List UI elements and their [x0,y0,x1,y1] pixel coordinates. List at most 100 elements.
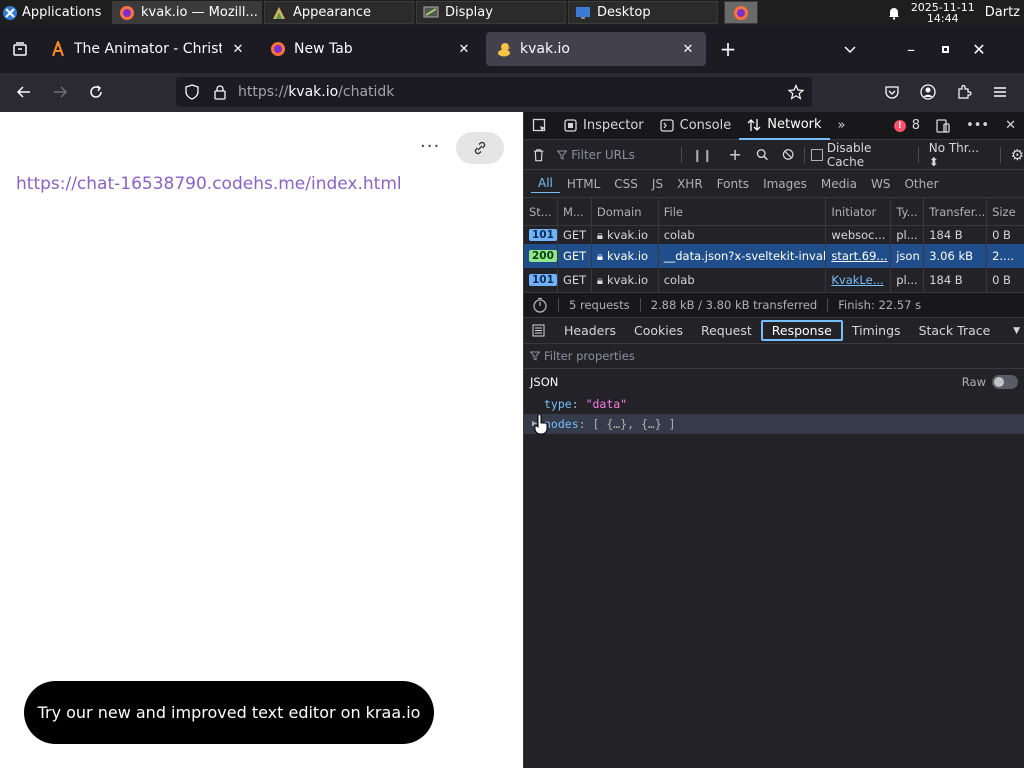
filter-images[interactable]: Images [756,175,814,193]
tracking-protection-shield-icon[interactable] [184,84,200,100]
notification-bell-icon[interactable] [887,6,901,20]
minimize-button[interactable]: – [894,40,928,59]
tab-new-tab[interactable]: New Tab ✕ [260,32,482,66]
table-row-selected[interactable]: 200 GET 🔒︎ kvak.io __data.json?x-svelteki… [524,244,1024,268]
element-picker-button[interactable] [524,112,556,140]
col-size[interactable]: Size [987,198,1024,225]
initiator-link[interactable]: start.69... [831,249,887,263]
task-display[interactable]: Display [416,1,566,24]
close-devtools-button[interactable]: ✕ [997,112,1024,140]
tab-animator[interactable]: The Animator - Christmas ✕ [40,32,256,66]
network-settings-gear-icon[interactable]: ⚙ [1011,146,1024,164]
user-name[interactable]: Dartz [985,5,1020,20]
size-cell: 0 B [992,228,1011,242]
tab-request[interactable]: Request [692,321,761,340]
app-menu-button[interactable] [988,82,1012,102]
more-tabs-dropdown-icon[interactable]: ▼ [1013,326,1020,336]
close-tab-icon[interactable]: ✕ [230,42,246,57]
filter-fonts[interactable]: Fonts [710,175,756,193]
tab-cookies[interactable]: Cookies [625,321,692,340]
type-cell: pl... [891,226,925,244]
stopwatch-icon[interactable] [532,297,548,313]
raw-toggle[interactable]: Raw [962,374,1018,389]
search-icon[interactable] [756,148,768,161]
tab-inspector[interactable]: Inspector [556,112,652,140]
filter-urls-input[interactable]: Filter URLs [553,148,667,162]
more-options-icon[interactable]: ··· [420,136,440,157]
tab-console[interactable]: Console [652,112,740,140]
col-type[interactable]: Ty... [891,198,925,225]
table-row[interactable]: 101 GET 🔒︎ kvak.io colab KvakLe... pl... … [524,268,1024,292]
col-status[interactable]: St... [524,198,558,225]
error-count-button[interactable]: ! 8 [886,112,928,140]
col-transferred[interactable]: Transfer... [924,198,988,225]
tab-headers[interactable]: Headers [555,321,625,340]
account-button[interactable] [916,82,940,102]
clock-date: 2025-11-11 [910,0,975,14]
tab-timings[interactable]: Timings [843,321,910,340]
pause-icon[interactable]: ❙❙ [692,148,712,162]
filter-js[interactable]: JS [645,175,670,193]
close-tab-icon[interactable]: ✕ [680,42,696,57]
back-arrow-icon [16,86,30,98]
task-label: Display [445,5,493,20]
json-property-row[interactable]: type: "data" [524,394,1024,414]
firefox-view-button[interactable] [0,41,40,57]
more-tools-button[interactable]: » [830,112,854,140]
tab-network[interactable]: Network [739,112,830,140]
filter-ws[interactable]: WS [864,175,897,193]
pocket-button[interactable] [880,82,904,102]
col-initiator[interactable]: Initiator [826,198,892,225]
applications-menu[interactable]: Applications [0,0,110,25]
task-appearance[interactable]: Appearance [264,1,414,24]
close-tab-icon[interactable]: ✕ [456,42,472,57]
close-window-button[interactable]: ✕ [962,40,996,59]
firefox-launcher[interactable] [724,1,758,24]
url-bar[interactable]: https://kvak.io/chatidk [176,77,812,107]
task-desktop[interactable]: Desktop [568,1,718,24]
extensions-button[interactable] [952,82,976,102]
col-method[interactable]: M... [558,198,592,225]
request-type-filters: All HTML CSS JS XHR Fonts Images Media W… [524,170,1024,198]
json-property-row-hover[interactable]: ▶ nodes: [ {…}, {…} ] [524,414,1024,434]
col-domain[interactable]: Domain [592,198,659,225]
chat-link[interactable]: https://chat-16538790.codehs.me/index.ht… [16,174,402,194]
new-tab-button[interactable]: + [706,37,750,61]
bookmark-star-icon[interactable] [788,84,804,100]
list-all-tabs-button[interactable] [828,42,872,56]
filter-other[interactable]: Other [897,175,945,193]
filter-css[interactable]: CSS [607,175,645,193]
filter-media[interactable]: Media [814,175,864,193]
clock[interactable]: 2025-11-11 14:44 [911,2,975,24]
col-file[interactable]: File [659,198,827,225]
type-cell: json [891,244,925,268]
lock-icon[interactable] [212,84,228,100]
responsive-design-button[interactable] [928,112,958,140]
disable-cache-checkbox[interactable]: Disable Cache [811,141,907,169]
plus-icon[interactable]: + [728,145,741,164]
forward-button[interactable] [46,82,74,102]
tab-kvak[interactable]: kvak.io ✕ [486,32,706,66]
filter-html[interactable]: HTML [560,175,607,193]
table-row[interactable]: 101 GET 🔒︎ kvak.io colab websoc... pl... … [524,226,1024,244]
status-badge: 200 [529,250,557,262]
toggle-sidebar-icon[interactable] [532,324,545,337]
trash-icon[interactable] [532,148,545,162]
block-icon[interactable] [782,148,794,161]
throttling-select[interactable]: No Thr... ⬍ [929,141,990,169]
filter-all[interactable]: All [531,174,560,193]
filter-properties-input[interactable]: Filter properties [524,344,1024,368]
promo-toast[interactable]: Try our new and improved text editor on … [24,681,434,744]
tab-stack-trace[interactable]: Stack Trace [910,321,1000,340]
task-firefox[interactable]: kvak.io — Mozill... [112,1,262,24]
devtools-menu-button[interactable]: ••• [958,112,997,140]
tab-response[interactable]: Response [760,320,843,341]
lock-icon: 🔒︎ [596,272,603,287]
raw-switch[interactable] [992,374,1018,389]
edit-button[interactable] [456,132,504,164]
reload-button[interactable] [82,82,110,102]
back-button[interactable] [10,82,38,102]
maximize-button[interactable] [928,45,962,53]
filter-xhr[interactable]: XHR [670,175,710,193]
initiator-link[interactable]: KvakLe... [831,273,883,287]
